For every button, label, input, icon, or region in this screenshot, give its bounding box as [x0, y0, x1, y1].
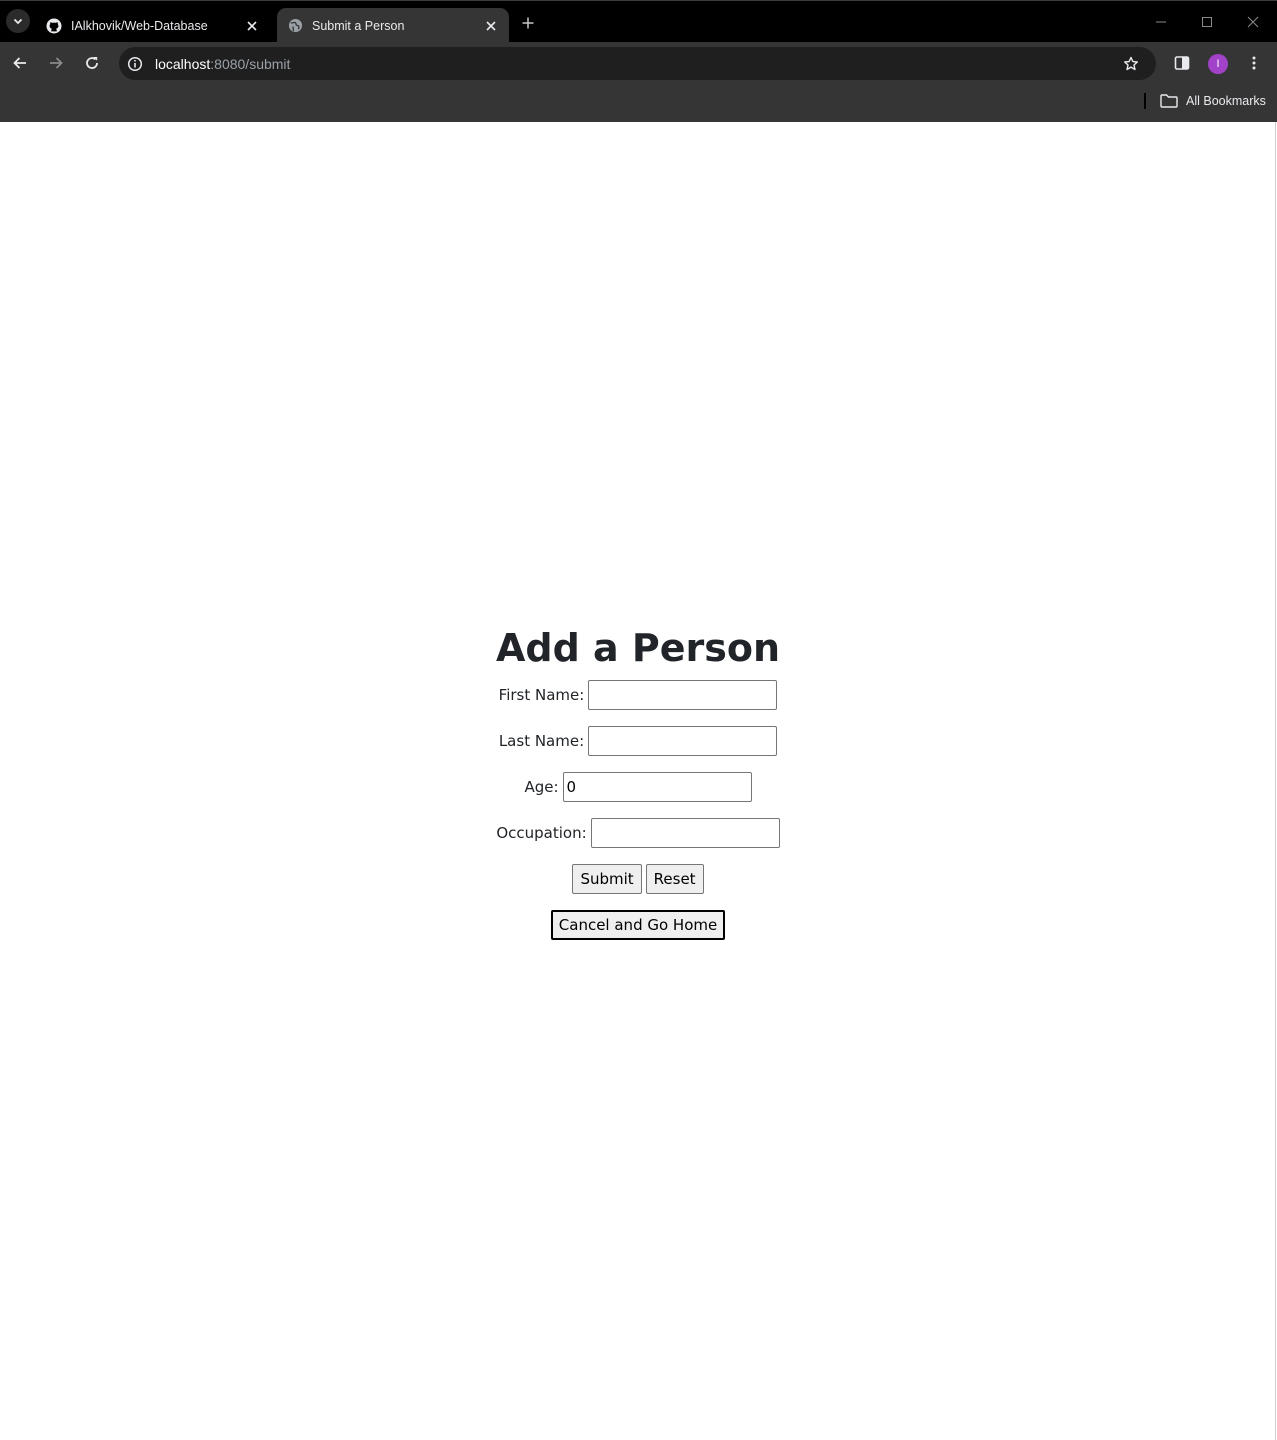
profile-avatar[interactable]: I	[1208, 54, 1228, 74]
submit-button[interactable]: Submit	[572, 864, 642, 894]
first-name-row: First Name:	[0, 672, 1276, 718]
plus-icon	[522, 17, 534, 29]
tab-search-button[interactable]	[6, 9, 30, 33]
age-input[interactable]	[562, 772, 752, 802]
occupation-label: Occupation:	[496, 824, 587, 842]
maximize-button[interactable]	[1196, 11, 1218, 33]
reset-button[interactable]: Reset	[645, 864, 704, 894]
all-bookmarks-button[interactable]: All Bookmarks	[1160, 91, 1266, 111]
reload-icon	[86, 57, 98, 69]
arrow-left-icon	[13, 57, 26, 69]
new-tab-button[interactable]	[517, 12, 539, 34]
arrow-right-icon	[50, 57, 63, 69]
tab-title: Submit a Person	[312, 18, 405, 33]
first-name-label: First Name:	[498, 686, 585, 704]
page-viewport: Add a Person First Name: Last Name: Age:…	[0, 122, 1276, 1440]
age-label: Age:	[524, 778, 559, 796]
cancel-go-home-button[interactable]: Cancel and Go Home	[550, 910, 726, 940]
last-name-row: Last Name:	[0, 718, 1276, 764]
url-text: localhost:8080/submit	[155, 56, 290, 72]
occupation-row: Occupation:	[0, 810, 1276, 856]
tab-submit-person[interactable]: Submit a Person	[277, 8, 509, 43]
browser-toolbar: localhost:8080/submit I	[0, 42, 1277, 85]
cancel-row: Cancel and Go Home	[0, 902, 1276, 948]
window-close-button[interactable]	[1242, 11, 1264, 33]
chevron-down-icon	[13, 18, 23, 25]
all-bookmarks-label: All Bookmarks	[1186, 94, 1266, 108]
browser-menu-button[interactable]	[1241, 50, 1267, 76]
minimize-button[interactable]	[1150, 11, 1172, 33]
reload-button[interactable]	[79, 50, 105, 76]
close-icon[interactable]	[481, 16, 501, 36]
close-icon[interactable]	[242, 16, 262, 36]
github-icon	[46, 18, 62, 34]
form-actions: Submit Reset	[0, 856, 1276, 902]
add-person-form: Add a Person First Name: Last Name: Age:…	[0, 624, 1276, 948]
tab-title: IAlkhovik/Web-Database	[71, 18, 208, 33]
last-name-input[interactable]	[588, 726, 778, 756]
site-info-icon[interactable]	[124, 53, 146, 75]
globe-icon	[287, 18, 303, 34]
url-path: :8080/submit	[210, 55, 291, 72]
tab-github[interactable]: IAlkhovik/Web-Database	[36, 8, 270, 43]
kebab-menu-icon	[1252, 56, 1256, 70]
tab-strip: IAlkhovik/Web-Database Submit a Person	[0, 0, 1277, 43]
occupation-input[interactable]	[590, 818, 780, 848]
address-bar[interactable]: localhost:8080/submit	[119, 47, 1156, 80]
page-title: Add a Person	[495, 626, 781, 670]
forward-button[interactable]	[43, 50, 69, 76]
last-name-label: Last Name:	[498, 732, 585, 750]
bookmark-star-icon[interactable]	[1120, 53, 1142, 75]
side-panel-button[interactable]	[1169, 50, 1195, 76]
minimize-icon	[1156, 21, 1166, 23]
bookmarks-divider	[1144, 93, 1146, 109]
bookmarks-bar: All Bookmarks	[0, 85, 1277, 122]
back-button[interactable]	[7, 50, 33, 76]
age-row: Age:	[0, 764, 1276, 810]
url-host: localhost	[155, 55, 211, 72]
maximize-icon	[1202, 17, 1212, 27]
close-icon	[1247, 16, 1259, 28]
first-name-input[interactable]	[588, 680, 778, 710]
folder-icon	[1160, 94, 1178, 108]
side-panel-icon	[1174, 56, 1190, 70]
